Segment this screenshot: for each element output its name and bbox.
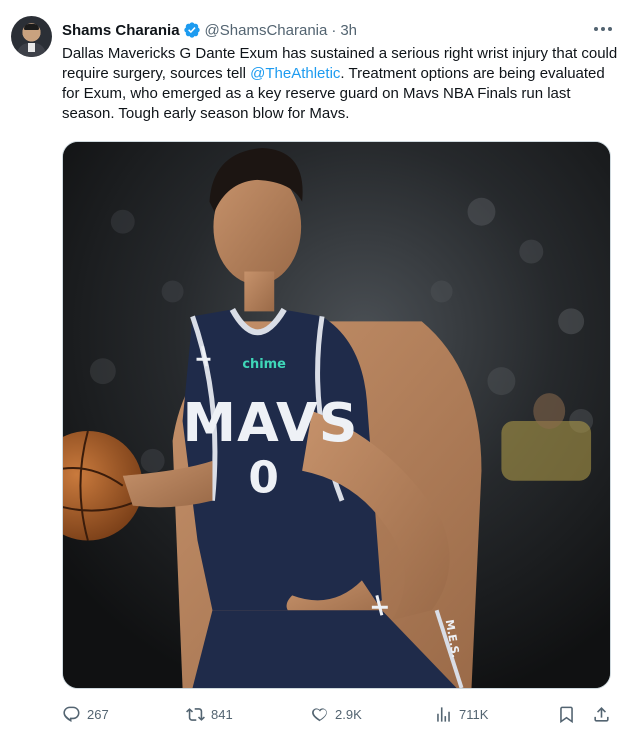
avatar[interactable] [11, 16, 52, 57]
like-count: 2.9K [335, 706, 362, 722]
view-count: 711K [459, 706, 489, 722]
tweet-card[interactable]: Shams Charania @ShamsCharania · 3h Dalla… [0, 0, 632, 738]
bookmark-button[interactable] [557, 702, 576, 726]
retweet-count: 841 [211, 706, 233, 722]
author-handle[interactable]: @ShamsCharania [205, 22, 328, 39]
views-icon [437, 706, 450, 722]
like-button[interactable]: 2.9K [310, 702, 362, 726]
timestamp[interactable]: 3h [340, 22, 357, 39]
verified-icon [183, 22, 200, 38]
share-button[interactable] [592, 702, 611, 726]
views-button[interactable]: 711K [434, 702, 488, 726]
player-photo: MAVS 0 chime M.E.S. [63, 142, 610, 688]
like-icon [312, 707, 327, 721]
jersey-text: MAVS [183, 391, 359, 454]
share-icon [594, 706, 609, 722]
mention-link[interactable]: @TheAthletic [250, 65, 340, 82]
bookmark-icon [560, 706, 573, 723]
action-bar: 267 841 2.9K 711K [62, 702, 622, 726]
reply-count: 267 [87, 706, 109, 722]
tweet-photo[interactable]: MAVS 0 chime M.E.S. [62, 141, 611, 689]
separator-dot: · [331, 21, 337, 39]
retweet-button[interactable]: 841 [186, 702, 233, 726]
avatar-hair [24, 24, 39, 30]
author-name[interactable]: Shams Charania [62, 22, 180, 39]
reply-icon [63, 706, 80, 722]
more-icon[interactable] [592, 19, 614, 39]
reply-button[interactable]: 267 [62, 702, 109, 726]
tweet-text: Dallas Mavericks G Dante Exum has sustai… [62, 44, 622, 124]
retweet-icon [186, 707, 205, 721]
avatar-collar [28, 43, 35, 52]
jersey-number: 0 [248, 453, 279, 504]
jersey-sponsor: chime [242, 357, 286, 372]
tweet-header: Shams Charania @ShamsCharania · 3h [62, 19, 357, 41]
